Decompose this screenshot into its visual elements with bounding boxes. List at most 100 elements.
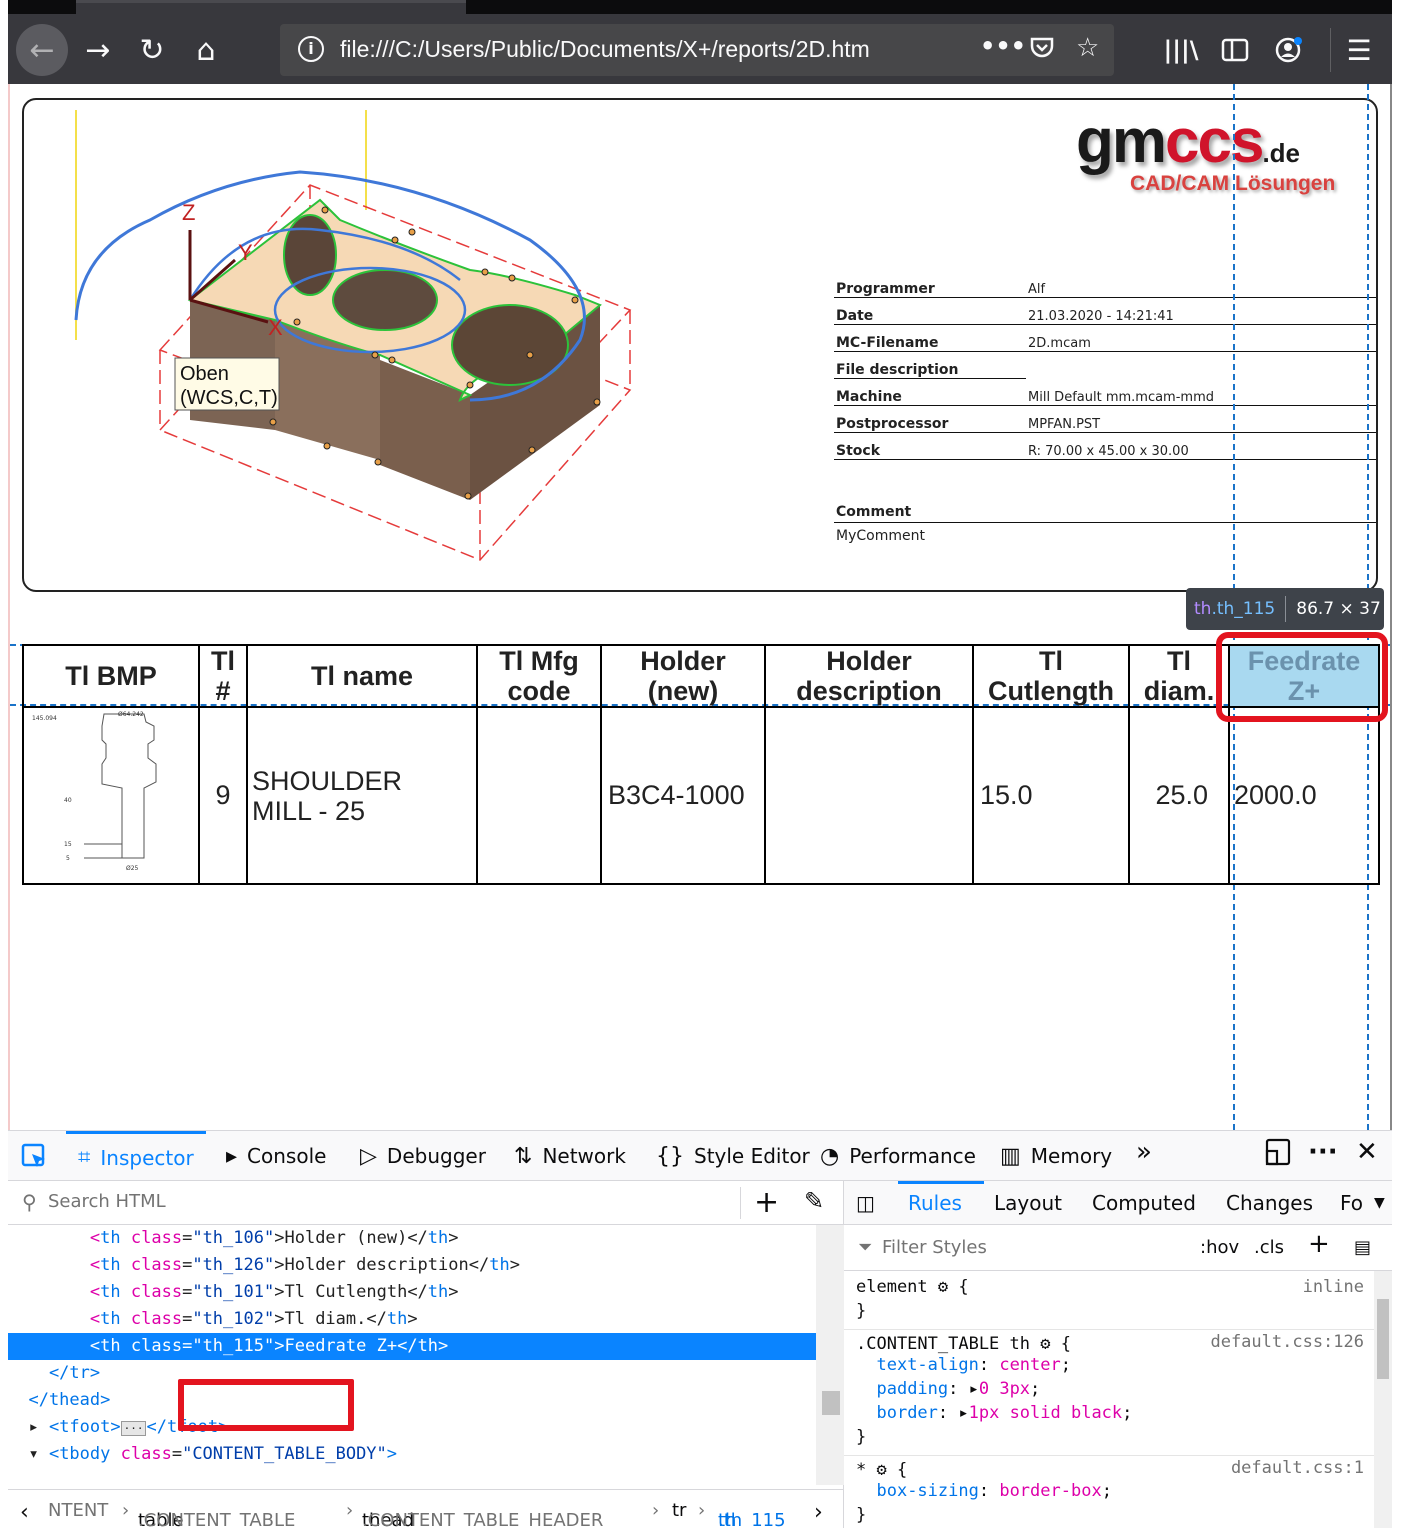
markup-node[interactable]: ▸ <tfoot> ··· </tfoot> [8, 1414, 816, 1441]
info-value: Alf [1026, 270, 1376, 298]
job-info-table: Programmer Alf Date 21.03.2020 - 14:21:41 … [834, 270, 1376, 460]
tab-changes[interactable]: Changes [1226, 1191, 1313, 1215]
filter-styles-bar: ⏷ Filter Styles :hov .cls + ▤ [844, 1225, 1392, 1271]
markup-node[interactable]: <th class="th_106">Holder (new)</th> [8, 1225, 816, 1252]
markup-node-selected[interactable]: <th class="th_115">Feedrate Z+</th> [8, 1333, 816, 1360]
gear-icon[interactable]: ⚙ [877, 1460, 887, 1480]
tab-layout[interactable]: Layout [994, 1191, 1062, 1215]
collapsed-node-icon[interactable]: ··· [120, 1421, 147, 1436]
css-declaration[interactable]: text-align: center; [844, 1353, 1374, 1377]
network-icon: ⇅ [514, 1143, 533, 1169]
home-button[interactable]: ⌂ [180, 24, 232, 76]
th-holder-new[interactable]: Holder (new) [600, 644, 766, 708]
gear-icon[interactable]: ⚙ [938, 1277, 948, 1297]
tab-style-editor[interactable]: {} Style Editor [656, 1131, 810, 1181]
breadcrumb-item[interactable]: tr [672, 1500, 686, 1521]
info-key: Stock [834, 432, 1026, 460]
toggle-pane-icon[interactable]: ◫ [856, 1191, 875, 1215]
th-tl-name[interactable]: Tl name [246, 644, 478, 708]
eyedropper-icon[interactable]: ✎ [804, 1187, 824, 1215]
menu-icon[interactable]: ☰ [1336, 24, 1382, 76]
th-tl-bmp[interactable]: Tl BMP [22, 644, 200, 708]
css-declaration[interactable]: padding: ▸0 3px; [844, 1377, 1374, 1401]
active-tab[interactable] [76, 0, 466, 14]
tab-performance[interactable]: ◔ Performance [820, 1131, 976, 1181]
more-tabs-chevron-icon[interactable]: » [1136, 1137, 1152, 1167]
element-picker-icon [21, 1143, 45, 1167]
info-icon[interactable]: i [298, 36, 324, 62]
rule-selector[interactable]: .CONTENT_TABLE th ⚙ {default.css:126 [844, 1329, 1374, 1354]
url-bar[interactable]: i file:///C:/Users/Public/Documents/X+/r… [280, 24, 1114, 76]
comment-label: Comment [834, 504, 1376, 523]
tab-fonts[interactable]: Fo [1340, 1191, 1363, 1215]
tool-number-cell: 9 [198, 706, 248, 885]
markup-node[interactable]: <th class="th_102">Tl diam.</th> [8, 1306, 816, 1333]
hov-toggle[interactable]: :hov [1200, 1237, 1239, 1258]
breadcrumb-sep-icon: › [698, 1500, 706, 1521]
tooltip-size: 86.7 × 37 [1296, 599, 1381, 619]
rules-scrollbar[interactable] [1374, 1271, 1392, 1528]
rule-source[interactable]: default.css:1 [1231, 1456, 1364, 1480]
tab-inspector[interactable]: ⌗ Inspector [66, 1131, 206, 1181]
rule-selector[interactable]: * ⚙ {default.css:1 [844, 1455, 1374, 1480]
breadcrumb-item[interactable]: NTENT [48, 1500, 108, 1521]
scrollbar-thumb[interactable] [822, 1391, 840, 1415]
th-tl-mfg-code[interactable]: Tl Mfg code [476, 644, 602, 708]
markup-node[interactable]: ▾ <tbody class="CONTENT_TABLE_BODY"> [8, 1441, 816, 1468]
markup-node[interactable]: </tr> [8, 1360, 816, 1387]
print-simulation-icon[interactable]: ▤ [1354, 1237, 1371, 1258]
dock-side-icon[interactable] [1264, 1137, 1292, 1174]
cutlength-cell: 15.0 [972, 706, 1130, 885]
back-button[interactable]: ← [16, 24, 68, 76]
markup-node[interactable]: </thead> [8, 1387, 816, 1414]
th-holder-description[interactable]: Holder description [764, 644, 974, 708]
tool-table: Tl BMP Tl # Tl name Tl Mfg code Holder (new… [22, 644, 1380, 885]
info-value [1026, 351, 1376, 378]
devtools-menu-icon[interactable]: ··· [1308, 1137, 1338, 1167]
th-tl-number[interactable]: Tl # [198, 644, 248, 708]
cls-toggle[interactable]: .cls [1254, 1237, 1284, 1258]
breadcrumb: ‹ NTENT › table .CONTENT_TABLE › thead .CO… [8, 1489, 843, 1528]
tool-bitmap-cell: 145.094 Ø64.242 40 15 5 Ø25 [22, 706, 200, 885]
add-rule-icon[interactable]: + [1308, 1229, 1330, 1259]
breadcrumb-scroll-right-icon[interactable]: › [814, 1500, 823, 1525]
bookmark-star-icon[interactable]: ☆ [1076, 33, 1099, 63]
scrollbar-thumb[interactable] [1377, 1299, 1389, 1379]
search-html-input[interactable]: Search HTML [48, 1191, 166, 1212]
breadcrumb-scroll-left-icon[interactable]: ‹ [20, 1500, 29, 1525]
rule-selector[interactable]: element ⚙ {inline [844, 1275, 1374, 1299]
markup-node[interactable]: <th class="th_126">Holder description</t… [8, 1252, 816, 1279]
th-tl-cutlength[interactable]: Tl Cutlength [972, 644, 1130, 708]
markup-scrollbar[interactable] [816, 1225, 844, 1485]
th-tl-diam[interactable]: Tl diam. [1128, 644, 1230, 708]
chevron-down-icon[interactable]: ▼ [1374, 1195, 1385, 1211]
info-row: Date 21.03.2020 - 14:21:41 [834, 297, 1376, 325]
tab-memory[interactable]: ▥ Memory [1000, 1131, 1112, 1181]
markup-node[interactable]: <th class="th_101">Tl Cutlength</th> [8, 1279, 816, 1306]
pocket-icon[interactable] [1028, 33, 1056, 68]
css-declaration[interactable]: border: ▸1px solid black; [844, 1401, 1374, 1425]
page-actions-icon[interactable]: ••• [980, 32, 1026, 60]
rule-source[interactable]: inline [1303, 1275, 1364, 1299]
rule-source[interactable]: default.css:126 [1210, 1330, 1364, 1354]
tab-rules[interactable]: Rules [908, 1191, 962, 1215]
forward-button[interactable]: → [72, 24, 124, 76]
element-picker-button[interactable] [20, 1131, 48, 1181]
tab-debugger[interactable]: ▷ Debugger [360, 1131, 486, 1181]
tab-console[interactable]: ▸ Console [226, 1131, 326, 1181]
sidebar-icon[interactable] [1212, 24, 1258, 76]
tab-strip [8, 0, 1392, 14]
view-label-line1: Oben [180, 363, 229, 385]
reload-button[interactable]: ↻ [126, 24, 178, 76]
tab-network[interactable]: ⇅ Network [514, 1131, 626, 1181]
url-text[interactable]: file:///C:/Users/Public/Documents/X+/rep… [340, 36, 870, 63]
gear-icon[interactable]: ⚙ [1040, 1334, 1050, 1354]
library-icon[interactable]: |||\ [1158, 24, 1204, 76]
css-declaration[interactable]: box-sizing: border-box; [844, 1479, 1374, 1503]
add-node-icon[interactable]: + [754, 1185, 779, 1220]
logo-tld: .de [1262, 138, 1301, 168]
close-icon[interactable]: ✕ [1356, 1137, 1378, 1167]
account-icon[interactable] [1266, 24, 1312, 76]
filter-styles-input[interactable]: Filter Styles [882, 1237, 987, 1258]
tab-computed[interactable]: Computed [1092, 1191, 1196, 1215]
